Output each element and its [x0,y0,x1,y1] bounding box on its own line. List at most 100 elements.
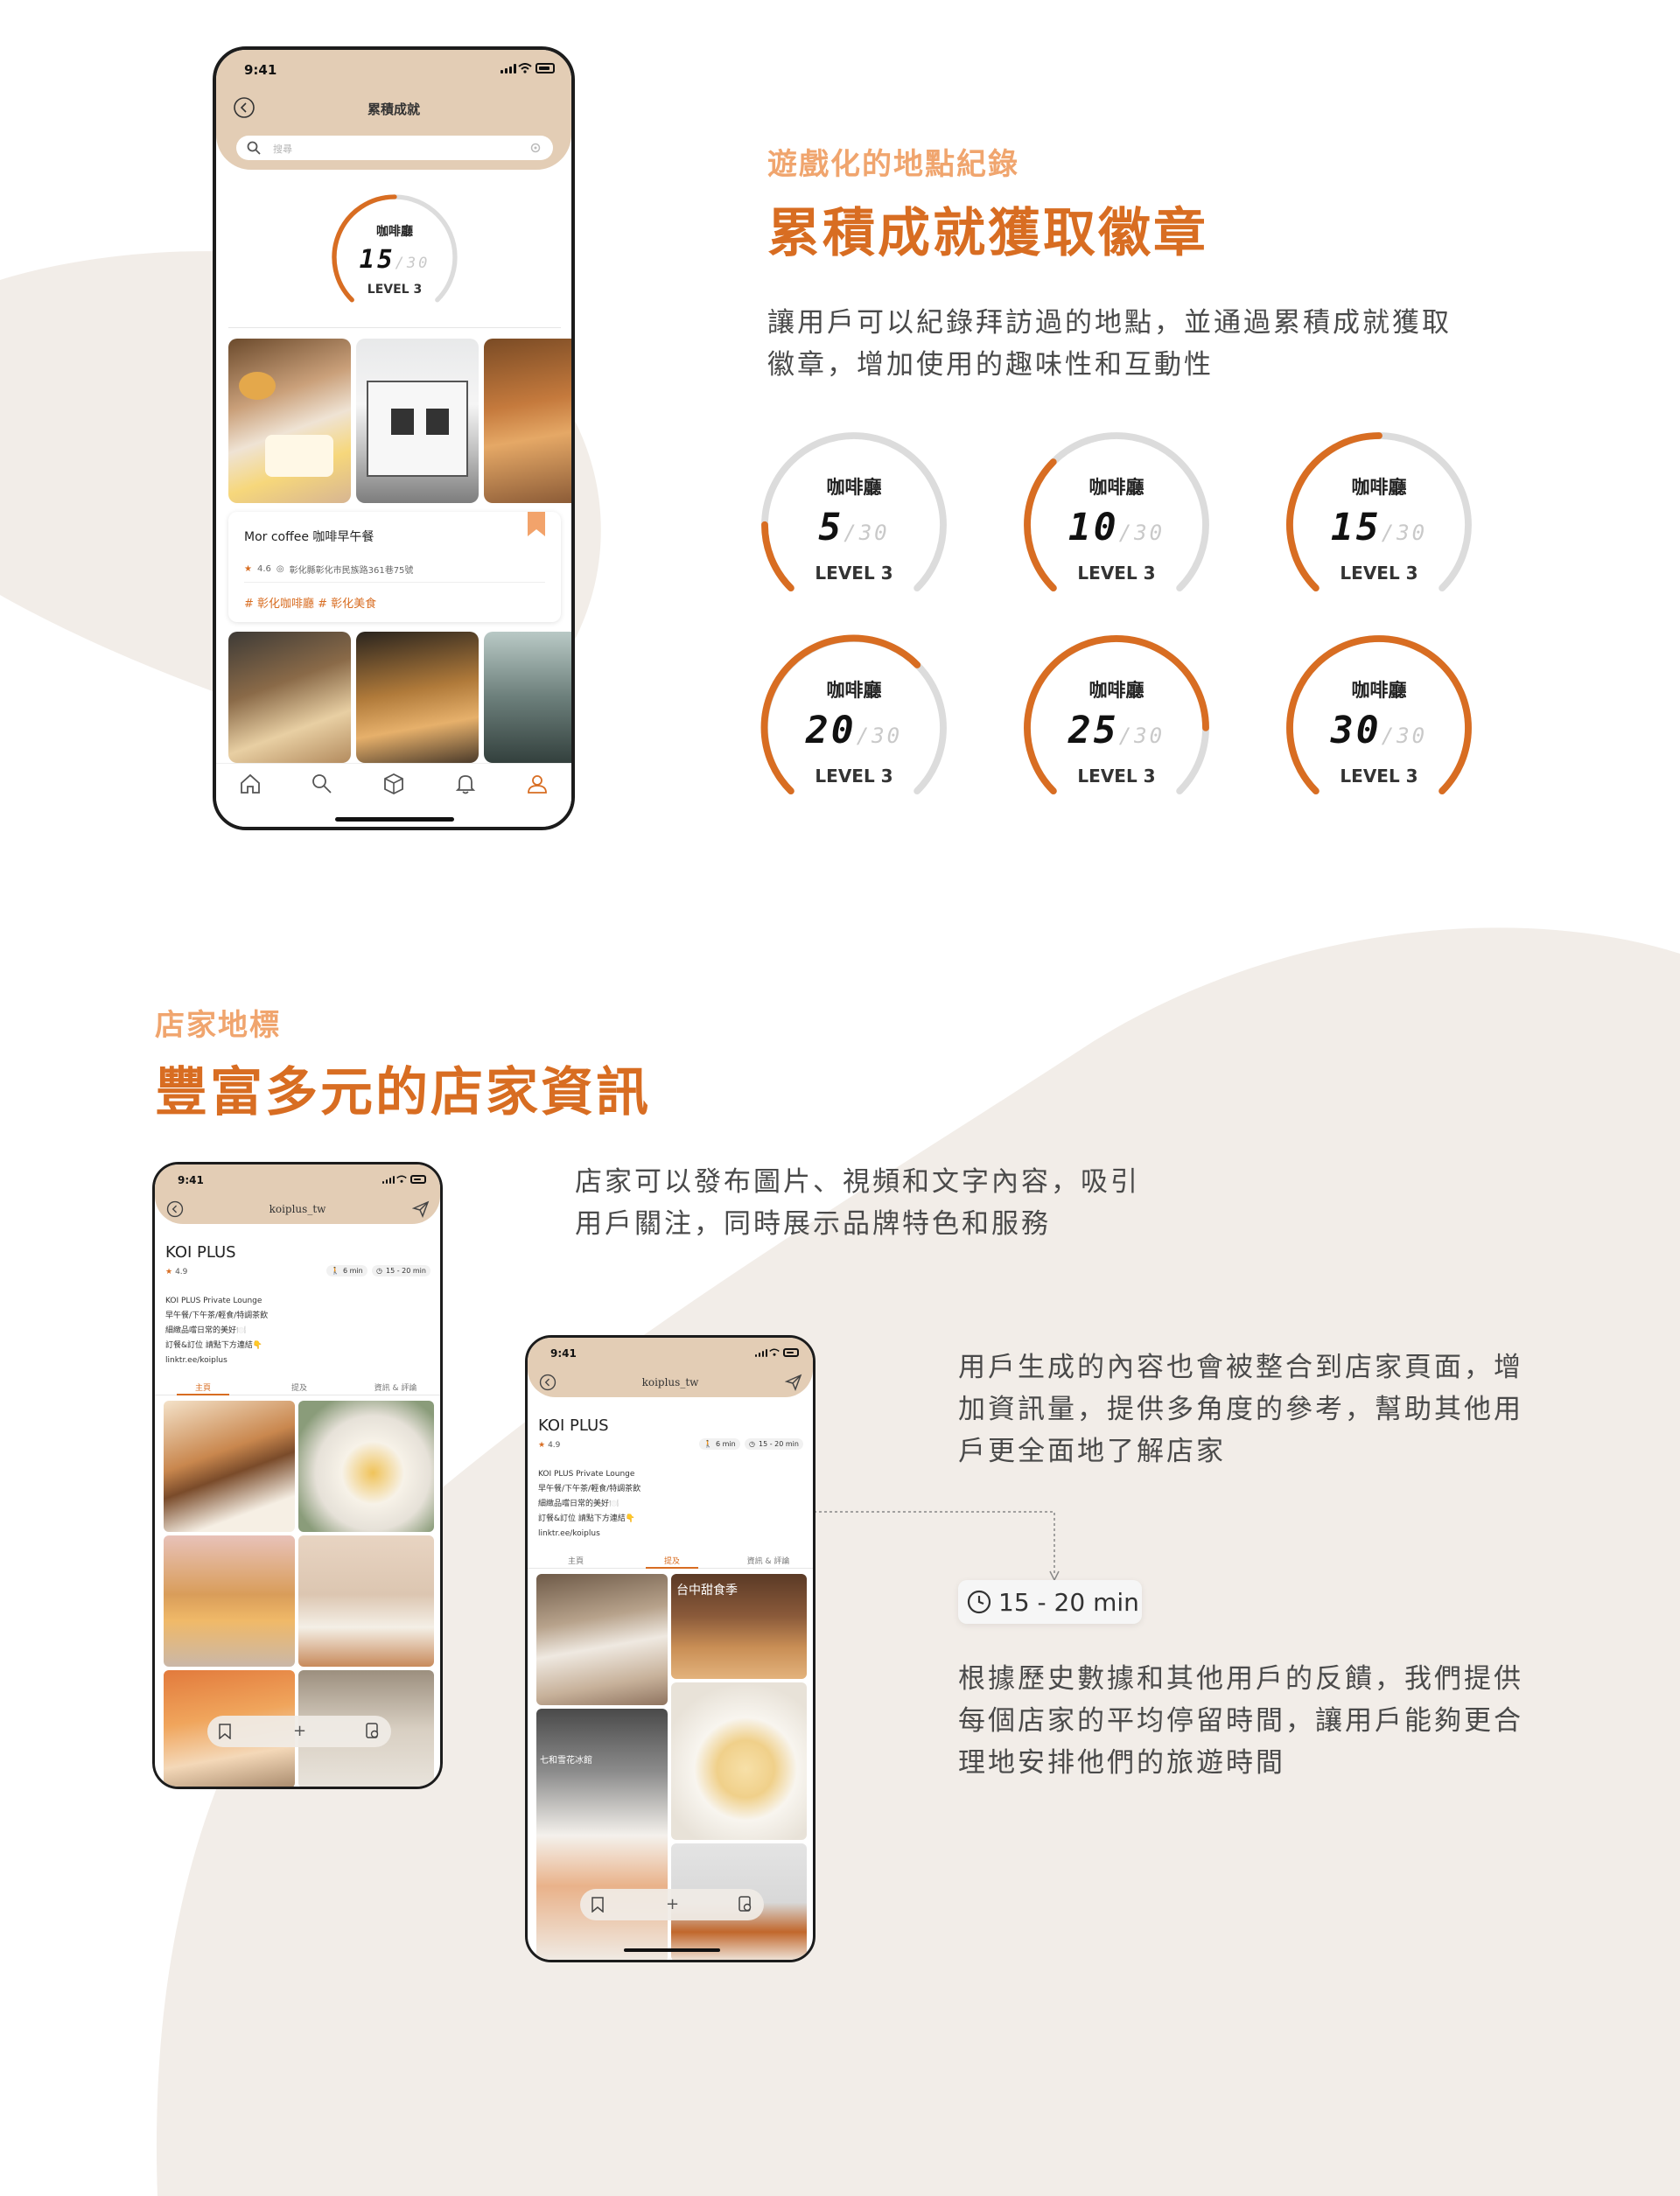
send-icon[interactable] [412,1200,430,1218]
tab-mentions[interactable]: 提及 [251,1381,347,1393]
mention-photo[interactable]: 七和雪花冰館 [536,1709,668,1960]
store-rating-row: ★ 4.9 [538,1441,560,1450]
search-icon [247,141,261,155]
section1-title: 累積成就獲取徽章 [767,203,1208,264]
bio-line: 細緻品嚐日常的美好🍽️ [165,1326,247,1335]
gauge-score-total: /30 [1118,520,1166,545]
walk-icon: 🚶 [704,1440,712,1448]
tab-info-reviews[interactable]: 資訊 & 評論 [347,1381,440,1393]
wifi-icon [769,1348,780,1356]
filter-icon[interactable] [530,143,541,153]
gauge-score: 15/30 [1283,506,1475,549]
store-address: 彰化縣彰化市民族路361巷75號 [289,566,414,576]
tab-active-indicator [177,1394,229,1395]
stay-time-chip: ◷ 15 - 20 min [745,1438,803,1450]
gauge-level: LEVEL 3 [815,765,893,787]
status-time: 9:41 [550,1347,577,1360]
cafe-photo[interactable] [228,632,351,763]
bookmark-icon[interactable] [218,1724,232,1739]
page-title: 累積成就 [367,101,420,117]
cafe-photo[interactable] [356,632,479,763]
bio-link[interactable]: linktr.ee/koiplus [165,1353,268,1368]
stay-time: 15 - 20 min [758,1440,799,1448]
store-rating: 4.9 [548,1441,561,1450]
add-post-button[interactable]: + [666,1895,679,1913]
badge: 咖啡廳 20/30 LEVEL 3 [758,632,950,807]
gauge-score-total: /30 [844,520,890,545]
store-meta: ★ 4.6 ◎ 彰化縣彰化市民族路361巷75號 [244,563,413,576]
photo-caption: 七和雪花冰館 [540,1756,592,1766]
bio-line: 訂餐&訂位 請點下方連結👇 [538,1514,636,1523]
cafe-photo[interactable] [484,339,571,503]
stay-time-callout: 15 - 20 min [958,1580,1142,1624]
store-post-photo[interactable] [298,1401,434,1532]
store-post-photo[interactable] [298,1535,434,1667]
box-icon[interactable] [382,773,405,795]
cafe-photo[interactable] [228,339,351,503]
status-bar: 9:41 [155,1164,440,1191]
store-name: Mor coffee 咖啡早午餐 [244,530,374,544]
status-bar: 9:41 [216,50,571,85]
store-bio: KOI PLUS Private Lounge 早午餐/下午茶/輕食/特調茶飲 … [165,1294,268,1368]
store-tags[interactable]: # 彰化咖啡廳 # 彰化美食 [244,594,376,611]
mention-photo[interactable]: 台中甜食季 [671,1574,807,1679]
star-icon: ★ [538,1441,546,1450]
store-post-photo[interactable] [164,1401,295,1532]
gauge-label: 咖啡廳 [1351,476,1407,498]
store-rating-row: ★ 4.9 [165,1268,187,1276]
gauge-label: 咖啡廳 [1088,476,1144,498]
add-post-button[interactable]: + [293,1722,306,1740]
achievement-gauge: 咖啡廳 15/30 LEVEL 3 [325,190,465,312]
gauge-score: 15/30 [325,244,465,274]
document-icon[interactable] [365,1723,381,1740]
store-phone-home: 9:41 koiplus_tw KOI PLUS ★ 4.9 🚶 6 min ◷ 15… [152,1162,443,1789]
window-shape [391,409,414,435]
tab-home[interactable]: 主頁 [155,1381,251,1393]
document-icon[interactable] [738,1896,753,1913]
bell-icon[interactable] [454,773,477,795]
clock-icon: ◷ [376,1267,382,1275]
store-post-photo[interactable] [164,1535,295,1667]
mention-photo[interactable] [536,1574,668,1705]
stay-description-line: 根據歷史數據和其他用戶的反饋，我們提供 [958,1663,1523,1695]
status-time: 9:41 [178,1174,204,1186]
tab-home[interactable]: 主頁 [528,1555,624,1566]
pudding-shape [239,372,276,400]
tab-active-indicator [646,1567,698,1569]
home-indicator [335,817,454,822]
section2-title: 豐富多元的店家資訊 [155,1062,651,1123]
photo-caption: 台中甜食季 [676,1584,738,1598]
gauge-score-total: /30 [1118,723,1166,748]
bio-line: KOI PLUS Private Lounge [165,1297,262,1305]
bio-line: 訂餐&訂位 請點下方連結👇 [165,1341,263,1350]
divider [228,327,561,328]
bookmark-icon[interactable] [526,512,547,538]
bio-line: 早午餐/下午茶/輕食/特調茶飲 [165,1311,269,1320]
send-icon[interactable] [785,1374,802,1391]
bio-line: 細緻品嚐日常的美好🍽️ [538,1500,620,1508]
badge-grid: 咖啡廳 5/30 LEVEL 3 咖啡廳 10/30 LEVEL 3 咖啡廳 15/30 L… [758,429,1475,814]
cafe-photo[interactable] [484,632,571,763]
gauge-label: 咖啡廳 [826,476,882,498]
building-shape [367,381,468,477]
section1-description-line: 徽章，增加使用的趣味性和互動性 [767,349,1214,381]
mention-photo[interactable] [671,1682,807,1840]
gauge-level: LEVEL 3 [1077,765,1156,787]
gauge-score-value: 25 [1068,708,1119,752]
gauge-score-value: 5 [818,505,844,549]
cafe-photo[interactable] [356,339,479,503]
gauge-label: 咖啡廳 [1351,679,1407,701]
clock-icon: ◷ [749,1440,755,1448]
tab-mentions[interactable]: 提及 [624,1555,720,1566]
badge: 咖啡廳 15/30 LEVEL 3 [1283,429,1475,604]
bio-link[interactable]: linktr.ee/koiplus [538,1527,640,1542]
achievement-phone: 9:41 累積成就 搜尋 咖啡廳 15/30 LEVEL 3 Mor coffee … [213,46,575,830]
bookmark-icon[interactable] [591,1897,605,1913]
section1-description: 讓用戶可以紀錄拜訪過的地點，並通過累積成就獲取 徽章，增加使用的趣味性和互動性 [767,302,1452,386]
user-icon[interactable] [526,773,549,795]
search-icon[interactable] [311,773,333,795]
store-card[interactable]: Mor coffee 咖啡早午餐 ★ 4.6 ◎ 彰化縣彰化市民族路361巷75… [228,512,561,622]
tab-info-reviews[interactable]: 資訊 & 評論 [720,1555,813,1566]
search-input[interactable]: 搜尋 [236,136,553,160]
home-icon[interactable] [239,773,262,795]
